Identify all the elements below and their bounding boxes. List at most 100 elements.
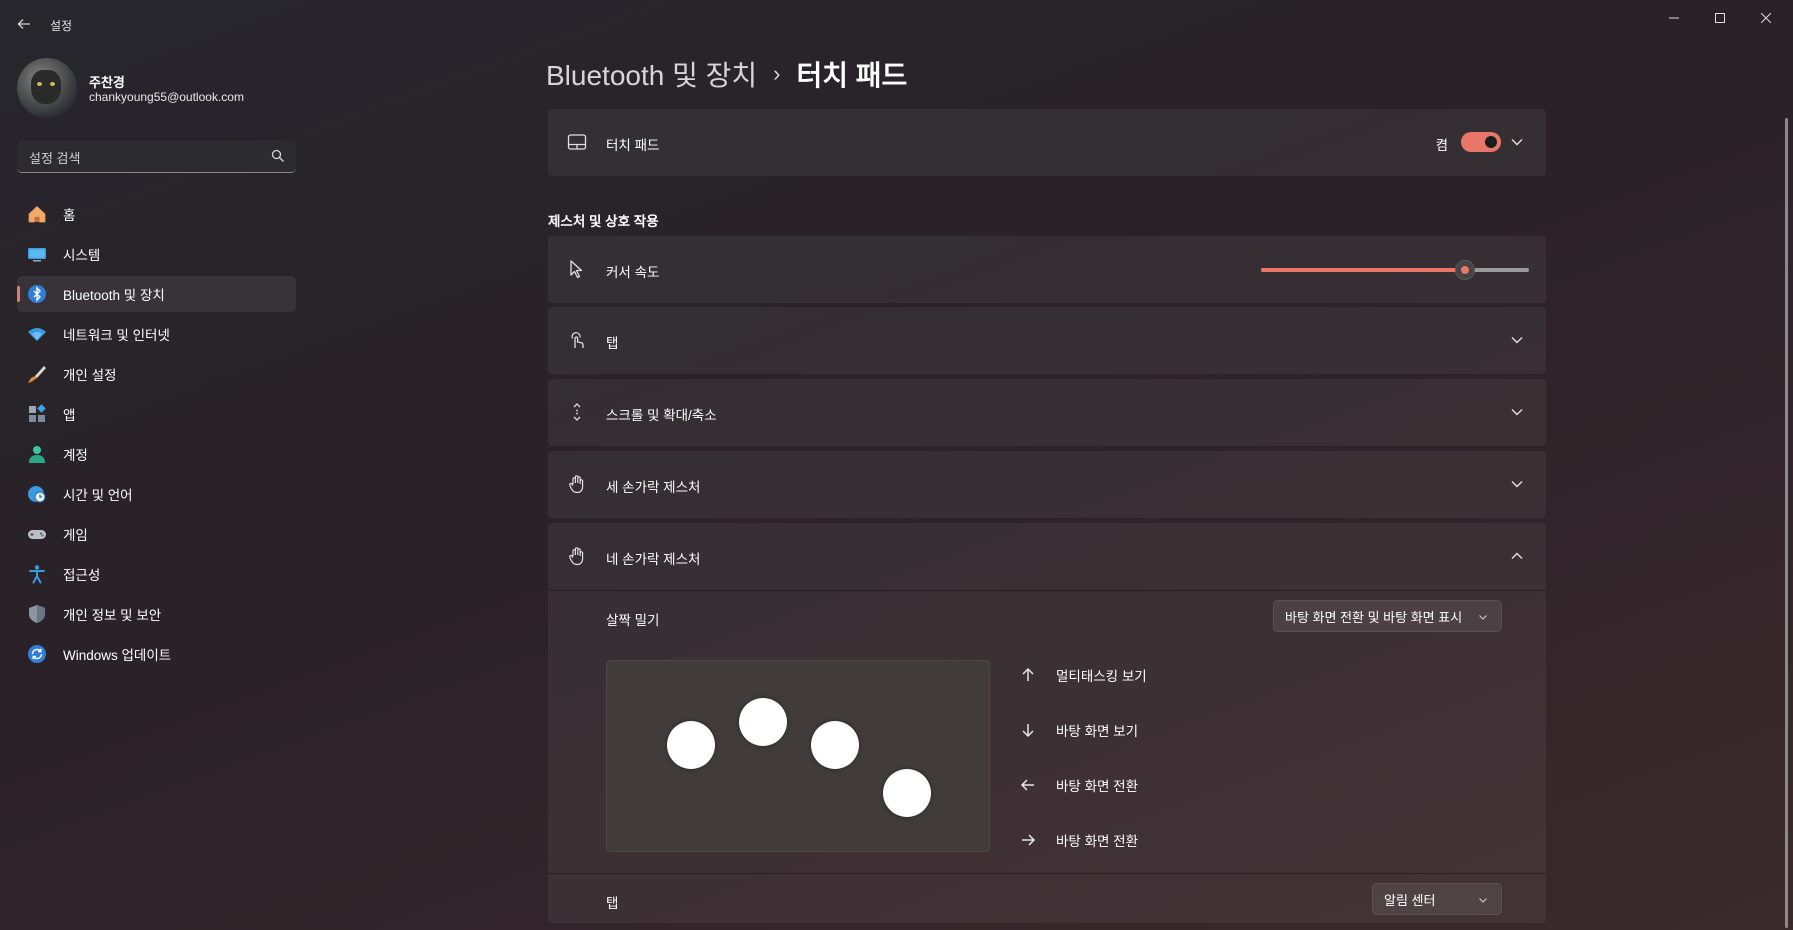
sidebar-item-label: 개인 정보 및 보안 <box>63 608 162 623</box>
divider <box>548 873 1546 874</box>
search-icon[interactable] <box>270 148 286 164</box>
sidebar-item-network[interactable]: 네트워크 및 인터넷 <box>17 316 296 352</box>
sidebar-item-time-language[interactable]: 시간 및 언어 <box>17 476 296 512</box>
user-name: 주찬경 <box>89 75 125 90</box>
scrollbar[interactable] <box>1785 118 1788 928</box>
scroll-arrows-icon <box>566 401 588 423</box>
left-arrow-icon <box>1018 775 1038 795</box>
sidebar-item-label: 접근성 <box>63 568 101 583</box>
minimize-icon <box>1669 17 1679 19</box>
chevron-down-icon[interactable] <box>1510 477 1524 491</box>
sidebar-item-label: Bluetooth 및 장치 <box>63 288 165 303</box>
touchpad-toggle[interactable] <box>1461 132 1501 152</box>
touchpad-icon <box>566 131 588 153</box>
scroll-zoom-card[interactable]: 스크롤 및 확대/축소 <box>548 379 1546 446</box>
sidebar-item-home[interactable]: 홈 <box>17 196 296 232</box>
gesture-label: 바탕 화면 보기 <box>1056 724 1139 739</box>
sidebar-item-accessibility[interactable]: 접근성 <box>17 556 296 592</box>
finger-dot <box>739 698 787 746</box>
close-button[interactable] <box>1743 0 1789 36</box>
four-finger-tap-label: 탭 <box>606 896 619 911</box>
sidebar-item-windows-update[interactable]: Windows 업데이트 <box>17 636 296 672</box>
sidebar-item-label: 게임 <box>63 528 88 543</box>
shield-icon <box>27 604 47 624</box>
gesture-label: 멀티태스킹 보기 <box>1056 669 1147 684</box>
avatar[interactable] <box>17 58 77 118</box>
tap-dropdown-value: 알림 센터 <box>1384 892 1436 908</box>
chevron-up-icon[interactable] <box>1510 549 1524 563</box>
four-finger-header[interactable]: 네 손가락 제스처 <box>548 523 1546 590</box>
search-box[interactable] <box>17 141 296 173</box>
tap-card[interactable]: 탭 <box>548 307 1546 374</box>
back-button[interactable] <box>12 12 36 36</box>
gesture-left-row: 바탕 화면 전환 <box>1018 773 1138 797</box>
page-title: 터치 패드 <box>796 60 908 91</box>
tap-action-dropdown[interactable]: 알림 센터 <box>1372 883 1502 915</box>
up-arrow-icon <box>1018 665 1038 685</box>
gesture-up-row: 멀티태스킹 보기 <box>1018 663 1147 687</box>
bluetooth-icon <box>27 284 47 304</box>
swipe-label: 살짝 밀기 <box>606 613 660 628</box>
toggle-knob <box>1485 136 1497 148</box>
sidebar-item-personalization[interactable]: 개인 설정 <box>17 356 296 392</box>
sidebar-item-apps[interactable]: 앱 <box>17 396 296 432</box>
search-input[interactable] <box>27 147 261 169</box>
brush-icon <box>27 364 47 384</box>
system-icon <box>27 244 47 264</box>
cursor-speed-card: 커서 속도 <box>548 236 1546 303</box>
cursor-icon <box>566 258 588 280</box>
four-finger-card: 네 손가락 제스처 살짝 밀기 바탕 화면 전환 및 바탕 화면 표시 멀티태스… <box>548 523 1546 923</box>
update-icon <box>27 644 47 664</box>
app-title: 설정 <box>50 19 73 33</box>
sidebar-item-accounts[interactable]: 계정 <box>17 436 296 472</box>
sidebar-item-label: 앱 <box>63 408 76 423</box>
three-finger-card[interactable]: 세 손가락 제스처 <box>548 451 1546 518</box>
sidebar-item-system[interactable]: 시스템 <box>17 236 296 272</box>
gesture-down-row: 바탕 화면 보기 <box>1018 718 1138 742</box>
slider-fill <box>1261 268 1465 272</box>
sidebar-item-bluetooth[interactable]: Bluetooth 및 장치 <box>17 276 296 312</box>
chevron-down-icon[interactable] <box>1510 135 1524 149</box>
minimize-button[interactable] <box>1651 0 1697 36</box>
four-finger-label: 네 손가락 제스처 <box>606 552 701 567</box>
wifi-icon <box>27 324 47 344</box>
sidebar-item-gaming[interactable]: 게임 <box>17 516 296 552</box>
chevron-down-icon <box>1479 898 1487 903</box>
divider <box>548 590 1546 591</box>
back-arrow-icon <box>17 19 30 29</box>
cursor-speed-slider[interactable] <box>1261 260 1529 280</box>
sidebar-item-label: 계정 <box>63 448 88 463</box>
gamepad-icon <box>27 524 47 544</box>
sidebar-item-label: 시간 및 언어 <box>63 488 133 503</box>
avatar-photo <box>31 70 61 104</box>
maximize-button[interactable] <box>1697 0 1743 36</box>
touchpad-card[interactable]: 터치 패드 켬 <box>548 109 1546 176</box>
cursor-speed-label: 커서 속도 <box>606 265 660 280</box>
breadcrumb: Bluetooth 및 장치 › 터치 패드 <box>546 54 907 94</box>
section-title: 제스처 및 상호 작용 <box>548 214 659 229</box>
accessibility-icon <box>27 564 47 584</box>
swipe-dropdown-value: 바탕 화면 전환 및 바탕 화면 표시 <box>1285 609 1463 625</box>
swipe-dropdown[interactable]: 바탕 화면 전환 및 바탕 화면 표시 <box>1273 600 1502 632</box>
tap-label: 탭 <box>606 336 619 351</box>
apps-icon <box>27 404 47 424</box>
three-finger-label: 세 손가락 제스처 <box>606 480 701 495</box>
chevron-down-icon[interactable] <box>1510 405 1524 419</box>
sidebar-item-label: 홈 <box>63 208 76 223</box>
breadcrumb-parent[interactable]: Bluetooth 및 장치 <box>546 54 757 94</box>
chevron-down-icon <box>1479 615 1487 620</box>
user-email: chankyoung55@outlook.com <box>89 90 244 104</box>
gesture-demo-pad <box>606 660 990 852</box>
right-arrow-icon <box>1018 830 1038 850</box>
chevron-down-icon[interactable] <box>1510 333 1524 347</box>
sidebar-item-privacy[interactable]: 개인 정보 및 보안 <box>17 596 296 632</box>
slider-thumb[interactable] <box>1454 260 1475 280</box>
hand-icon <box>566 473 588 495</box>
down-arrow-icon <box>1018 720 1038 740</box>
active-indicator <box>17 286 20 302</box>
account-icon <box>27 444 47 464</box>
sidebar-item-label: 개인 설정 <box>63 368 117 383</box>
gesture-label: 바탕 화면 전환 <box>1056 834 1139 849</box>
scroll-zoom-label: 스크롤 및 확대/축소 <box>606 408 717 423</box>
title-bar: 설정 <box>0 0 1793 48</box>
